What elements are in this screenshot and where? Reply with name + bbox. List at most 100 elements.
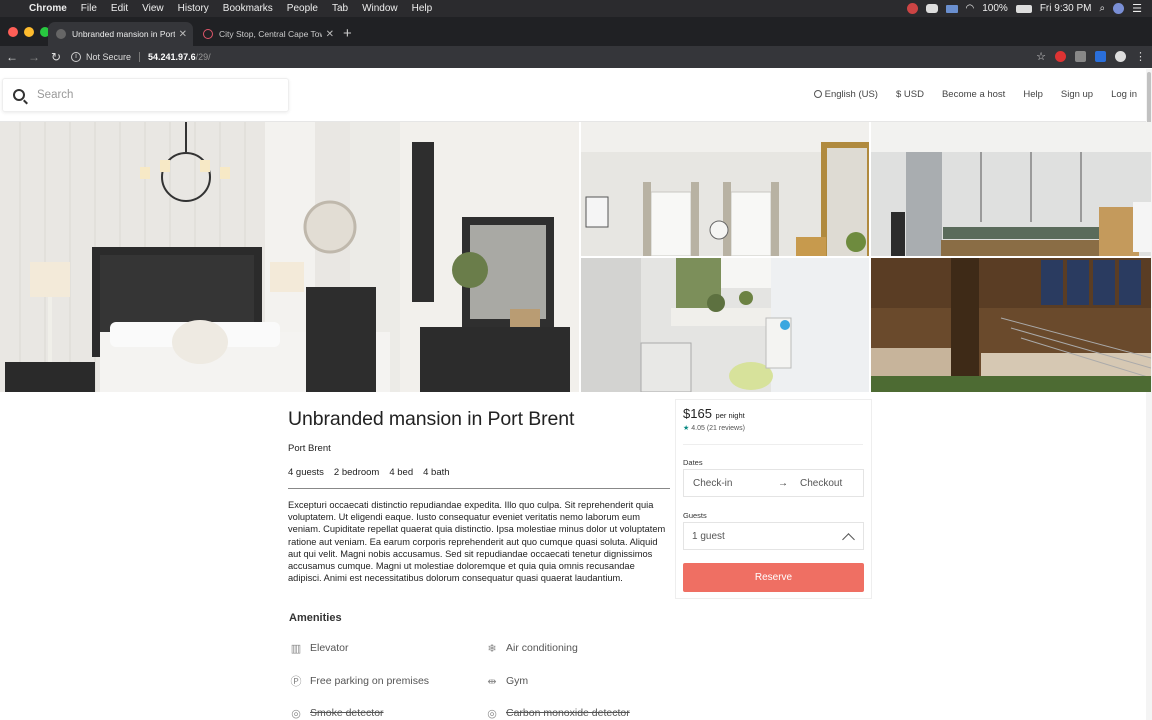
photo-gallery [0, 122, 1151, 392]
menu-file[interactable]: File [74, 3, 104, 14]
profile-avatar-icon[interactable] [1115, 51, 1126, 62]
co-detector-icon: ◎ [487, 707, 497, 720]
menu-history[interactable]: History [171, 3, 216, 14]
amenity-gym: ⇹ Gym [486, 675, 528, 688]
window-controls [8, 27, 50, 37]
listing-title: Unbranded mansion in Port Brent [288, 408, 575, 430]
guests-label: Guests [683, 511, 707, 520]
amenity-label: Carbon monoxide detector [506, 707, 630, 719]
sign-up-link[interactable]: Sign up [1061, 89, 1093, 100]
amenity-air-conditioning: ❄ Air conditioning [486, 642, 578, 655]
language-selector[interactable]: English (US) [813, 89, 878, 100]
booking-card: $165 per night ★ 4.05 (21 reviews) Dates… [675, 399, 872, 599]
listing-description: Excepturi occaecati distinctio repudiand… [288, 500, 666, 584]
language-label: English (US) [824, 89, 878, 100]
amenity-free-parking: Ⓟ Free parking on premises [290, 675, 430, 688]
forward-arrow-icon[interactable]: → [24, 50, 44, 64]
parking-icon: Ⓟ [290, 676, 302, 688]
snowflake-icon: ❄ [487, 642, 497, 655]
check-in-input[interactable]: Check-in [693, 478, 768, 489]
amenity-label: Air conditioning [506, 642, 578, 654]
reload-icon[interactable]: ↻ [46, 50, 66, 64]
menu-people[interactable]: People [280, 3, 325, 14]
globe-icon [813, 90, 822, 98]
tab-active[interactable]: Unbranded mansion in Port Bren ✕ [48, 22, 193, 46]
back-arrow-icon[interactable]: ← [2, 50, 22, 64]
url-path: /29/ [195, 52, 211, 62]
currency-selector[interactable]: $ USD [896, 89, 924, 100]
menu-tab[interactable]: Tab [325, 3, 355, 14]
tab-close-icon[interactable]: ✕ [179, 29, 187, 40]
search-input[interactable] [37, 89, 277, 101]
menu-edit[interactable]: Edit [104, 3, 135, 14]
macos-menu-bar: Chrome File Edit View History Bookmarks … [0, 0, 1152, 17]
tab-favicon-icon [56, 29, 66, 39]
amenity-smoke-detector: ◎ Smoke detector [290, 707, 383, 720]
close-window-button[interactable] [8, 27, 18, 37]
status-app-icon[interactable] [906, 3, 918, 14]
spotlight-icon[interactable]: ⌕ [1100, 3, 1106, 14]
spec-beds: 4 bed [389, 467, 414, 478]
section-divider [288, 488, 670, 489]
review-count[interactable]: (21 reviews) [707, 425, 745, 432]
siri-icon[interactable] [1113, 3, 1125, 14]
clock[interactable]: Fri 9:30 PM [1040, 3, 1092, 14]
elevator-icon: ▥ [290, 642, 302, 655]
menu-status-area: ◠ 100% Fri 9:30 PM ⌕ ☰ [906, 2, 1152, 15]
extension-icon[interactable] [1055, 51, 1066, 62]
dumbbell-icon: ⇹ [487, 675, 497, 688]
info-icon[interactable]: i [71, 52, 81, 62]
amenity-label: Elevator [310, 642, 349, 654]
chevron-up-icon [842, 532, 855, 546]
browser-tab-bar: Unbranded mansion in Port Bren ✕ City St… [0, 17, 1152, 46]
extension-icon[interactable] [1075, 51, 1086, 62]
cloud-icon[interactable] [925, 4, 938, 13]
guests-selector[interactable]: 1 guest [683, 522, 864, 550]
tab-close-icon[interactable]: ✕ [326, 29, 334, 40]
smoke-detector-icon: ◎ [291, 707, 301, 720]
photo-kitchen[interactable] [871, 122, 1151, 256]
main-photo-bedroom[interactable] [0, 122, 579, 392]
airbnb-favicon-icon [203, 29, 213, 39]
price-unit: per night [715, 411, 745, 420]
date-range-picker: Check-in → Checkout [683, 469, 864, 497]
battery-percent: 100% [982, 3, 1008, 14]
rating: ★ 4.05 (21 reviews) [683, 424, 745, 432]
spec-bedrooms: 2 bedroom [333, 467, 380, 478]
reserve-button[interactable]: Reserve [683, 563, 864, 592]
notification-center-icon[interactable]: ☰ [1132, 2, 1142, 15]
photo-living-room[interactable] [581, 122, 869, 256]
address-bar[interactable]: i Not Secure 54.241.97.6 /29/ [66, 48, 1066, 66]
address-divider [139, 52, 141, 62]
url-host: 54.241.97.6 [148, 52, 196, 62]
become-host-link[interactable]: Become a host [942, 89, 1005, 100]
battery-icon[interactable] [1015, 4, 1032, 13]
menu-app-chrome[interactable]: Chrome [22, 3, 74, 14]
extension-icon[interactable] [1095, 51, 1106, 62]
card-divider [683, 444, 863, 445]
wifi-icon[interactable]: ◠ [966, 3, 975, 14]
amenity-co-detector: ◎ Carbon monoxide detector [486, 707, 630, 720]
flag-icon[interactable] [945, 4, 958, 13]
menu-view[interactable]: View [135, 3, 171, 14]
menu-window[interactable]: Window [355, 3, 405, 14]
menu-help[interactable]: Help [405, 3, 440, 14]
amenity-label: Free parking on premises [310, 675, 430, 687]
log-in-link[interactable]: Log in [1111, 89, 1137, 100]
search-icon [13, 89, 25, 101]
star-icon: ★ [683, 425, 690, 432]
help-link[interactable]: Help [1023, 89, 1043, 100]
search-bar[interactable] [2, 78, 289, 112]
photo-bathroom[interactable] [581, 258, 869, 392]
menu-bookmarks[interactable]: Bookmarks [216, 3, 280, 14]
checkout-input[interactable]: Checkout [800, 478, 842, 489]
photo-atrium[interactable] [871, 258, 1151, 392]
new-tab-button[interactable]: + [343, 25, 352, 42]
more-menu-icon[interactable]: ⋮ [1135, 50, 1146, 63]
tab-inactive[interactable]: City Stop, Central Cape Town, Lo ✕ [195, 22, 340, 46]
minimize-window-button[interactable] [24, 27, 34, 37]
bookmark-star-icon[interactable]: ☆ [1036, 50, 1046, 63]
dates-label: Dates [683, 458, 703, 467]
security-status[interactable]: Not Secure [86, 52, 131, 62]
listing-details: Unbranded mansion in Port Brent Port Bre… [288, 408, 670, 584]
